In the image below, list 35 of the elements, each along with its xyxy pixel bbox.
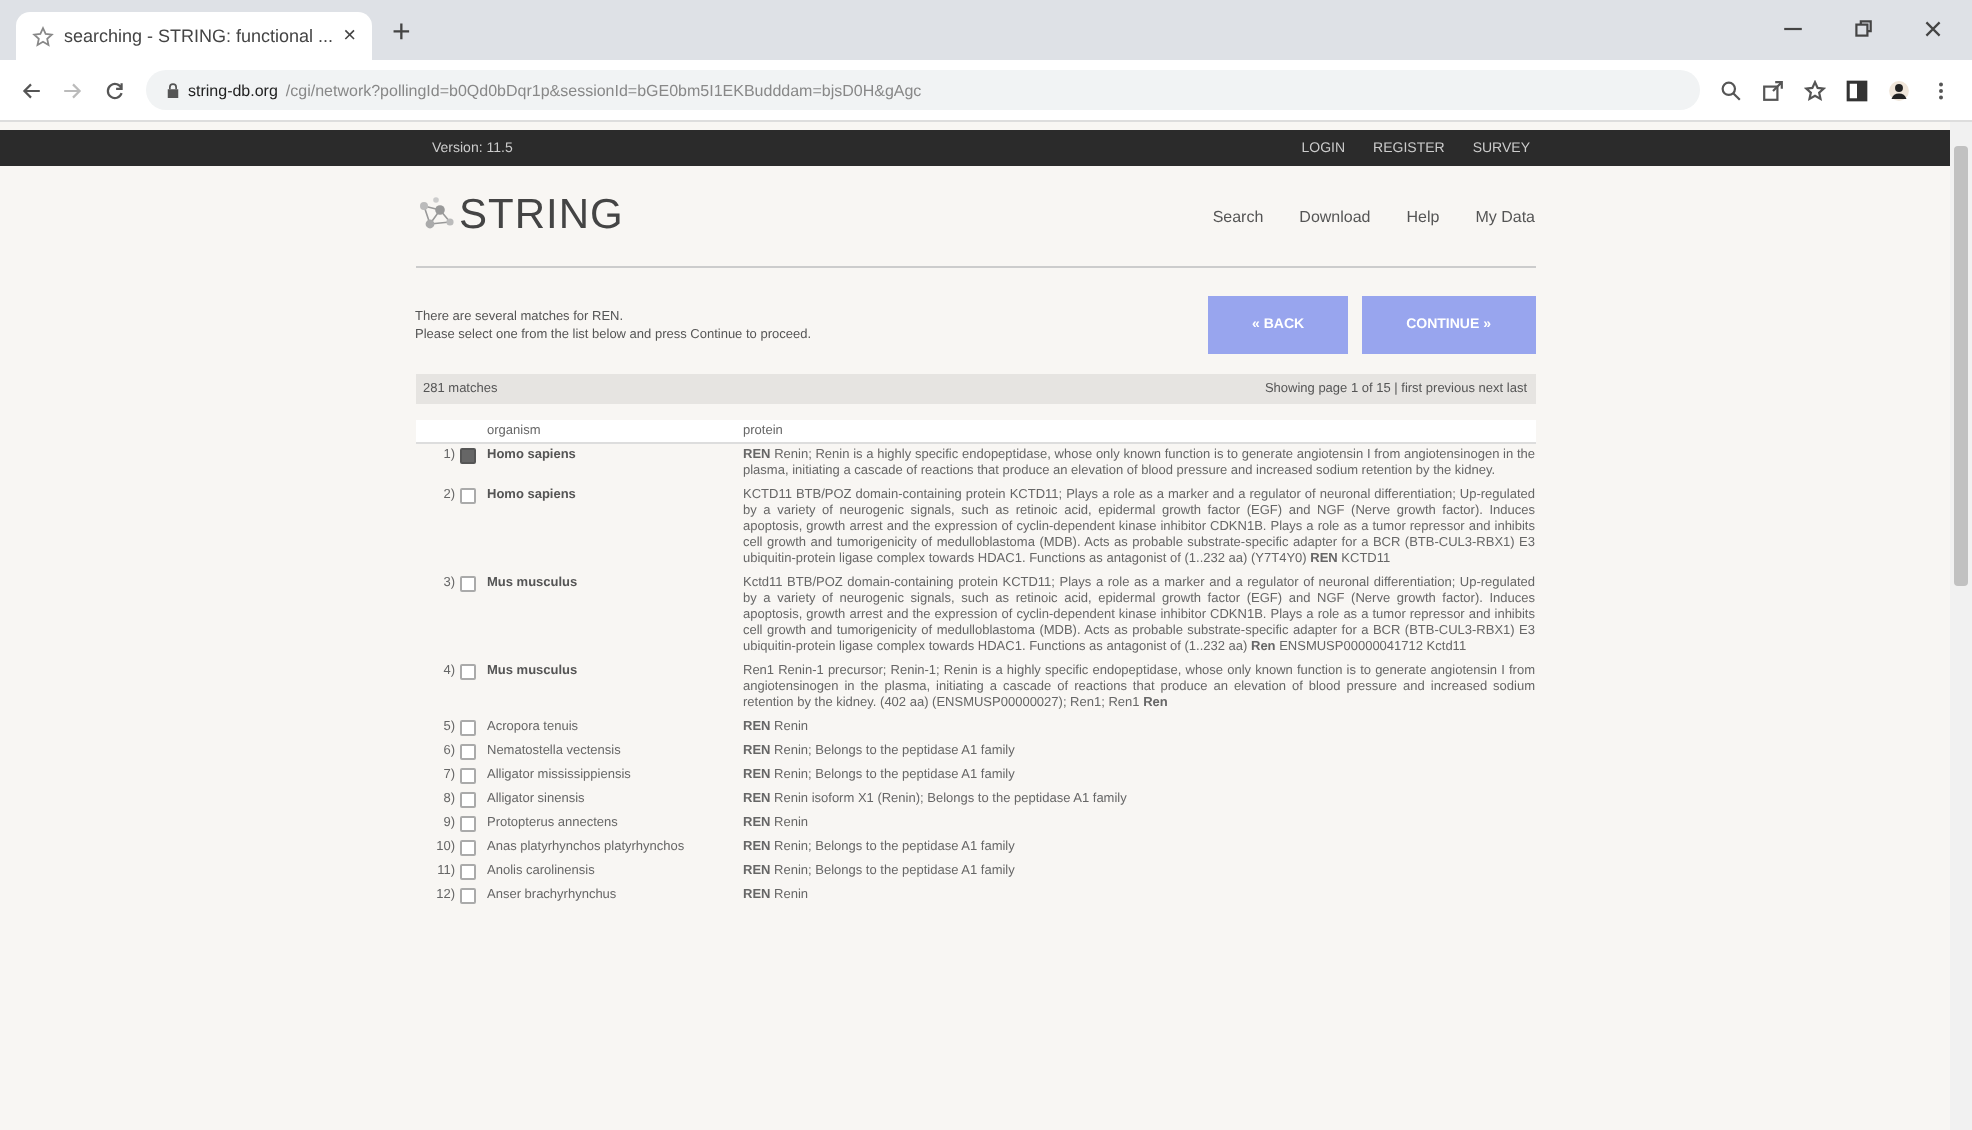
radio-button[interactable] [459,488,475,504]
radio-button[interactable] [459,664,475,680]
radio-button[interactable] [459,768,475,784]
restore-icon[interactable] [1852,18,1874,40]
forward-arrow-icon[interactable] [62,79,84,101]
new-tab-button[interactable]: + [392,16,411,52]
nav-link[interactable]: My Data [1475,207,1535,225]
lock-icon [166,81,180,99]
radio-button[interactable] [459,888,475,904]
bookmark-star-icon[interactable] [1804,79,1826,101]
back-arrow-icon[interactable] [20,79,42,101]
radio-button[interactable] [459,840,475,856]
radio-button[interactable] [459,864,475,880]
nav-link[interactable]: Help [1406,207,1440,225]
radio-button[interactable] [459,448,475,464]
browser-tab[interactable]: searching - STRING: functional ... × [16,12,372,60]
reload-icon[interactable] [104,79,126,101]
radio-button[interactable] [459,792,475,808]
radio-button[interactable] [459,576,475,592]
sidebar-icon[interactable] [1846,79,1868,101]
zoom-icon[interactable] [1720,79,1742,101]
radio-button[interactable] [459,816,475,832]
avatar-icon[interactable] [1888,79,1910,101]
share-icon[interactable] [1762,79,1784,101]
radio-button[interactable] [459,744,475,760]
close-icon[interactable] [1922,18,1944,40]
scrollbar-thumb[interactable] [1954,146,1968,586]
nav-link[interactable]: Search [1212,207,1264,225]
star-icon [32,25,54,47]
nav-link[interactable]: Download [1299,207,1371,225]
radio-button[interactable] [459,720,475,736]
close-tab-button[interactable]: × [343,24,356,48]
string-logo[interactable]: STRING [459,192,624,240]
tab-title: searching - STRING: functional ... [64,26,334,46]
address-bar[interactable]: string-db.org /cgi/network?pollingId=b0Qd0bDqr1p&sessionId=bGE0bm5I1EKBudddam=bjsD0H&gAgc [146,70,1700,110]
